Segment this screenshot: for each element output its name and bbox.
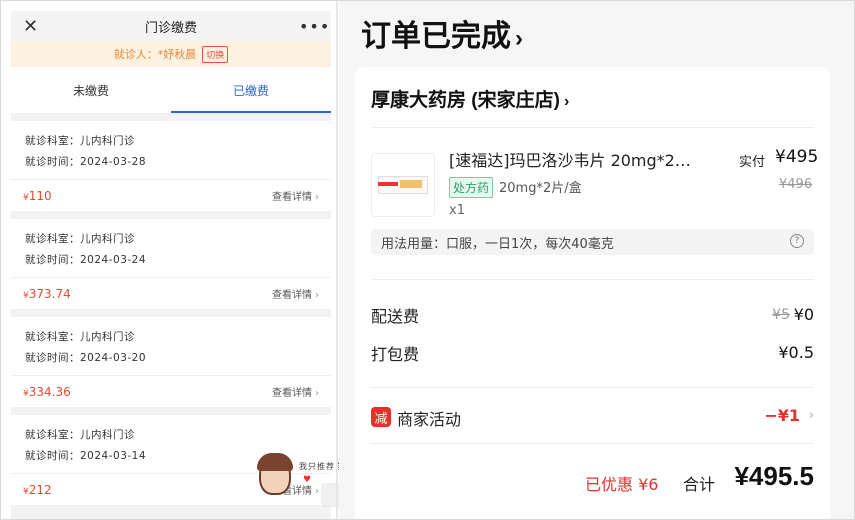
store-name-label: 厚康大药房 (宋家庄店) (371, 90, 560, 111)
discount-icon: 减 (371, 407, 391, 427)
product-spec: 20mg*2片/盒 (499, 181, 582, 196)
view-detail-link[interactable]: 查看详情 › (272, 188, 319, 203)
product-thumbnail[interactable] (371, 153, 435, 217)
record-amount: ¥212 (23, 483, 52, 497)
product-name[interactable]: [速福达]玛巴洛沙韦片 20mg*2… (449, 147, 729, 171)
heart-icon: ♥ (303, 475, 312, 485)
divider (371, 127, 814, 128)
record-time: 就诊时间：2024-03-24 (25, 254, 147, 266)
prescription-badge: 处方药 (449, 177, 494, 198)
patient-bar: 就诊人：*妤秋晨 切换 (11, 41, 331, 67)
payment-record-list: 就诊科室：儿内科门诊 就诊时间：2024-03-28 ¥110 查看详情 › 就诊… (11, 113, 331, 505)
tab-unpaid[interactable]: 未缴费 (11, 67, 171, 113)
chevron-right-icon: › (315, 290, 319, 301)
record-dept: 就诊科室：儿内科门诊 (25, 331, 135, 343)
merchant-promo-value: −¥1 (764, 406, 800, 425)
chevron-right-icon: › (315, 192, 319, 203)
merchant-promo-label[interactable]: 商家活动 (397, 406, 461, 430)
view-detail-label: 查看详情 (272, 388, 312, 399)
packing-fee-value: ¥0.5 (778, 343, 814, 362)
record-time: 就诊时间：2024-03-20 (25, 352, 147, 364)
payment-record[interactable]: 就诊科室：儿内科门诊 就诊时间：2024-03-20 ¥334.36 查看详情 › (11, 317, 331, 407)
top-bar: ✕ 门诊缴费 ••• (11, 11, 331, 41)
view-detail-label: 查看详情 (272, 290, 312, 301)
more-icon[interactable]: ••• (299, 17, 329, 36)
paid-amount: ¥495 (775, 147, 819, 167)
help-icon[interactable]: ? (790, 234, 804, 248)
delivery-fee-original: ¥5 (772, 307, 790, 323)
payment-record[interactable]: 就诊科室：儿内科门诊 就诊时间：2024-03-24 ¥373.74 查看详情 › (11, 219, 331, 309)
record-dept: 就诊科室：儿内科门诊 (25, 135, 135, 147)
view-detail-link[interactable]: 查看详情 › (272, 384, 319, 399)
total-label: 合计 (683, 475, 716, 494)
product-quantity: x1 (449, 203, 465, 218)
page-title: 门诊缴费 (144, 20, 197, 36)
packing-fee-label: 打包费 (371, 345, 420, 364)
chevron-right-icon: › (563, 93, 570, 110)
usage-text: 用法用量：口服，一日1次，每次40毫克 (381, 236, 614, 252)
usage-dosage: 用法用量：口服，一日1次，每次40毫克 ? (371, 229, 814, 255)
delivery-fee-label: 配送费 (371, 307, 420, 326)
order-status-label: 订单已完成 (361, 20, 511, 53)
divider (371, 443, 814, 444)
record-amount: ¥110 (23, 189, 52, 203)
record-amount: ¥373.74 (23, 287, 71, 301)
tab-paid[interactable]: 已缴费 (171, 67, 331, 113)
order-detail-panel: 订单已完成 › 厚康大药房 (宋家庄店) › [速福达]玛巴洛沙韦片 20mg*2…… (339, 1, 854, 519)
payment-tabs: 未缴费 已缴费 (11, 67, 331, 113)
record-amount-value: 334.36 (28, 384, 71, 399)
record-footer: ¥110 查看详情 › (11, 179, 331, 211)
record-info: 就诊科室：儿内科门诊 就诊时间：2024-03-24 (11, 219, 331, 277)
total-amount: ¥495.5 (734, 461, 814, 491)
outpatient-payment-panel: ✕ 门诊缴费 ••• 就诊人：*妤秋晨 切换 未缴费 已缴费 就诊科室：儿内科门… (11, 11, 331, 519)
discount-total: 已优惠 ¥6 (585, 475, 659, 494)
chevron-right-icon[interactable]: › (809, 408, 814, 423)
payment-record[interactable]: 就诊科室：儿内科门诊 就诊时间：2024-03-28 ¥110 查看详情 › (11, 121, 331, 211)
original-price: ¥496 (779, 177, 813, 192)
store-name[interactable]: 厚康大药房 (宋家庄店) › (371, 85, 569, 112)
patient-name: 就诊人：*妤秋晨 (113, 48, 197, 61)
order-card: 厚康大药房 (宋家庄店) › [速福达]玛巴洛沙韦片 20mg*2… 实付 ¥49… (355, 67, 830, 519)
record-info: 就诊科室：儿内科门诊 就诊时间：2024-03-20 (11, 317, 331, 375)
avatar-hair (257, 453, 293, 471)
record-footer: ¥334.36 查看详情 › (11, 375, 331, 407)
chevron-right-icon: › (515, 25, 523, 52)
divider (371, 387, 814, 388)
delivery-fee-value: ¥0 (793, 305, 814, 324)
record-info: 就诊科室：儿内科门诊 就诊时间：2024-03-28 (11, 121, 331, 179)
record-amount-value: 110 (28, 188, 52, 203)
close-icon[interactable]: ✕ (23, 16, 43, 37)
record-dept: 就诊科室：儿内科门诊 (25, 233, 135, 245)
record-dept: 就诊科室：儿内科门诊 (25, 429, 135, 441)
record-time: 就诊时间：2024-03-28 (25, 156, 147, 168)
record-amount-value: 212 (28, 482, 52, 497)
order-status-title[interactable]: 订单已完成 › (361, 11, 523, 55)
record-amount: ¥334.36 (23, 385, 71, 399)
switch-patient-button[interactable]: 切换 (202, 45, 229, 63)
screenshot-frame: ✕ 门诊缴费 ••• 就诊人：*妤秋晨 切换 未缴费 已缴费 就诊科室：儿内科门… (0, 0, 855, 520)
product-box-stripe (400, 180, 422, 188)
view-detail-link[interactable]: 查看详情 › (272, 286, 319, 301)
product-box-stripe (378, 182, 398, 186)
chevron-right-icon: › (315, 388, 319, 399)
record-amount-value: 373.74 (28, 286, 71, 301)
paid-label: 实付 (739, 155, 766, 170)
view-detail-label: 查看详情 (272, 192, 312, 203)
divider (371, 279, 814, 280)
split-divider (336, 1, 338, 519)
record-footer: ¥373.74 查看详情 › (11, 277, 331, 309)
